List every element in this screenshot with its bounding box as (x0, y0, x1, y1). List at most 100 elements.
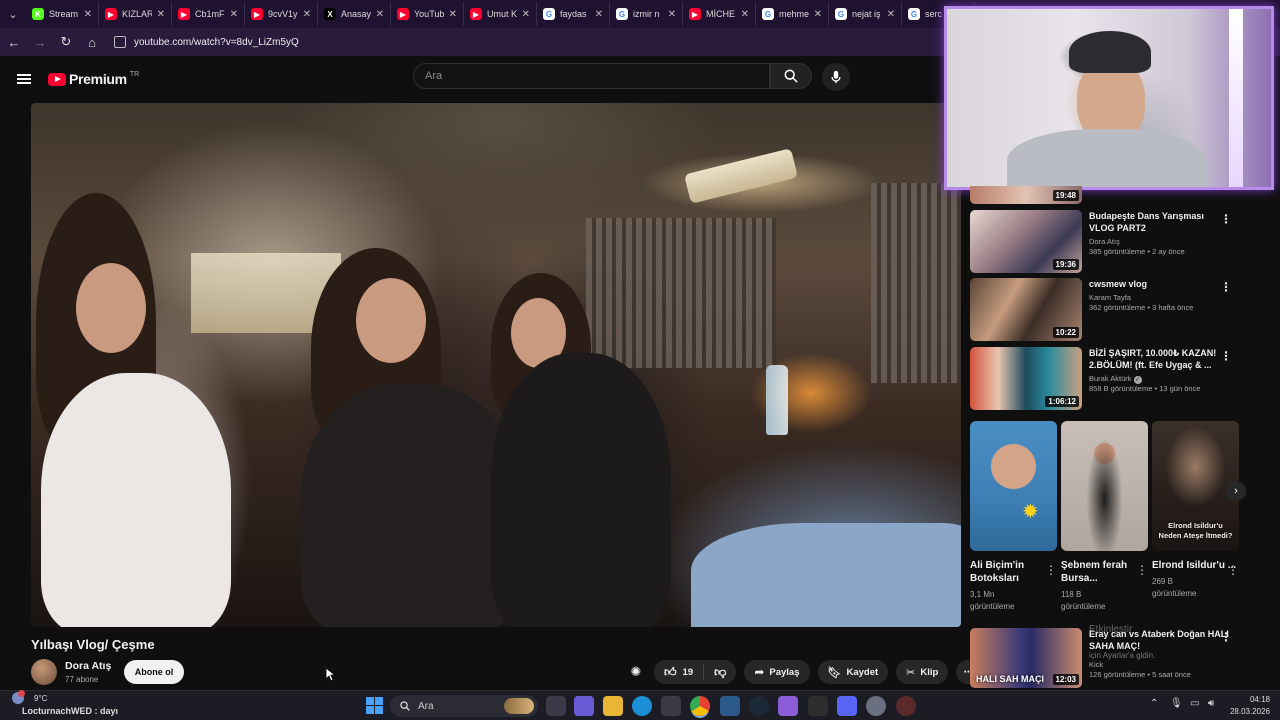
steam-icon[interactable] (749, 696, 769, 716)
short-title[interactable]: Şebnem ferah Bursa... (1061, 559, 1148, 585)
more-options-icon[interactable]: ⋮ (1220, 350, 1232, 362)
tab-search-icon[interactable]: ⌄ (0, 0, 26, 28)
more-options-icon[interactable]: ⋮ (1220, 631, 1232, 643)
tab-close-icon[interactable]: ✕ (741, 9, 749, 20)
video-player[interactable] (31, 103, 961, 627)
more-options-icon[interactable]: ⋮ (1045, 563, 1057, 577)
tab-close-icon[interactable]: ✕ (595, 9, 603, 20)
browser-tab[interactable]: ▶ Cb1mF ✕ (172, 2, 245, 26)
recommendation-channel[interactable]: Dora Atış (1089, 237, 1120, 246)
recommendation-title[interactable]: BİZİ ŞAŞIRT, 10.000₺ KAZAN! 2.BÖLÜM! (ft… (1089, 347, 1229, 371)
browser-tab[interactable]: X Anasay ✕ (318, 2, 391, 26)
tab-close-icon[interactable]: ✕ (887, 9, 895, 20)
menu-icon[interactable] (0, 72, 48, 86)
search-input[interactable]: Ara (413, 63, 770, 89)
browser-tab[interactable]: Gfaydas ✕ (537, 2, 610, 26)
short-thumbnail[interactable] (1061, 421, 1148, 551)
tab-close-icon[interactable]: ✕ (814, 9, 822, 20)
microphone-icon[interactable]: 🎙︎ (1170, 698, 1183, 709)
save-button[interactable]: 🔖︎ Kaydet (817, 660, 889, 684)
site-info-icon[interactable] (114, 36, 126, 48)
discord-icon[interactable] (837, 696, 857, 716)
tab-close-icon[interactable]: ✕ (376, 9, 384, 20)
system-clock[interactable]: 04:18 28.03.2026 (1200, 694, 1270, 718)
tab-close-icon[interactable]: ✕ (522, 9, 530, 20)
browser-tab[interactable]: ▶ KIZLAR ✕ (99, 2, 172, 26)
short-item[interactable]: ✹ Ali Biçim'in Botoksları 3,1 Mn görüntül… (970, 421, 1057, 613)
tab-close-icon[interactable]: ✕ (230, 9, 238, 20)
video-thumbnail[interactable]: 10:22 (970, 278, 1082, 341)
reload-icon[interactable]: ↻ (54, 30, 78, 54)
address-bar[interactable]: youtube.com/watch?v=8dv_LiZm5yQ (114, 31, 1014, 53)
recommendation-channel[interactable]: Kick (1089, 660, 1103, 669)
settings-icon[interactable] (866, 696, 886, 716)
browser-tab[interactable]: ▶ Umut K ✕ (464, 2, 537, 26)
network-icon[interactable]: ▭ (1190, 698, 1199, 709)
more-options-icon[interactable]: ⋮ (1220, 281, 1232, 293)
more-options-icon[interactable]: ⋮ (1227, 563, 1239, 577)
tab-close-icon[interactable]: ✕ (449, 9, 457, 20)
browser-tab[interactable]: ▶ 9cvV1y ✕ (245, 2, 318, 26)
tab-close-icon[interactable]: ✕ (157, 9, 165, 20)
recommendation-title[interactable]: cwsmew vlog (1089, 278, 1229, 290)
tab-close-icon[interactable]: ✕ (84, 9, 92, 20)
weather-widget[interactable] (12, 690, 26, 706)
more-options-icon[interactable]: ⋮ (1136, 563, 1148, 577)
browser-tab[interactable]: ▶ MİCHE ✕ (683, 2, 756, 26)
person-face (76, 263, 146, 353)
dislike-button[interactable]: 👎︎ (704, 665, 736, 680)
voice-search-button[interactable] (822, 63, 850, 91)
video-thumbnail[interactable]: 1:06:12 (970, 347, 1082, 410)
widgets-app-icon[interactable] (574, 696, 594, 716)
share-button[interactable]: ➦ Paylaş (744, 660, 810, 684)
tray-overflow-icon[interactable]: ⌃ (1150, 698, 1158, 709)
app-icon[interactable] (778, 696, 798, 716)
channel-name[interactable]: Dora Atış (65, 660, 111, 672)
browser-tab[interactable]: Gnejat iş ✕ (829, 2, 902, 26)
partial-recommendation[interactable]: 19:48 (970, 186, 1082, 204)
short-item[interactable]: Elrond Isildur'u Neden Ateşe İtmedi? Elr… (1152, 421, 1239, 600)
video-thumbnail[interactable]: 19:36 (970, 210, 1082, 273)
app-icon[interactable] (720, 696, 740, 716)
windows-start-icon[interactable] (366, 697, 383, 714)
tab-close-icon[interactable]: ✕ (668, 9, 676, 20)
recommendation-item[interactable]: 10:22 cwsmew vlog Karam Tayfa 362 görüntü… (970, 278, 1240, 341)
shorts-next-button[interactable]: › (1226, 481, 1246, 501)
recommendation-title[interactable]: Budapeşte Dans Yarışması VLOG PART2 (1089, 210, 1229, 234)
subscribe-button[interactable]: Abone ol (124, 660, 184, 684)
browser-tab[interactable]: Gizmir n ✕ (610, 2, 683, 26)
hype-icon[interactable]: ✺ (626, 660, 646, 684)
browser-tab[interactable]: ▶ YouTub ✕ (391, 2, 464, 26)
recommendation-channel[interactable]: Karam Tayfa (1089, 293, 1131, 302)
chrome-icon[interactable] (690, 696, 710, 716)
short-item[interactable]: Şebnem ferah Bursa... 118 B görüntüleme ⋮ (1061, 421, 1148, 613)
short-thumbnail[interactable]: ✹ (970, 421, 1057, 551)
recommendation-item[interactable]: HALI SAH MAÇI 12:03 Etkinleştir Eray can… (970, 624, 1240, 688)
edge-icon[interactable] (632, 696, 652, 716)
browser-tab[interactable]: Gmehme ✕ (756, 2, 829, 26)
clip-button[interactable]: ✂ Klip (896, 660, 949, 684)
tab-close-icon[interactable]: ✕ (303, 9, 311, 20)
recommendation-item[interactable]: 1:06:12 BİZİ ŞAŞIRT, 10.000₺ KAZAN! 2.BÖ… (970, 347, 1240, 410)
task-view-icon[interactable] (546, 696, 566, 716)
forward-icon[interactable]: → (28, 30, 52, 54)
back-icon[interactable]: ← (2, 30, 26, 54)
recommendation-item[interactable]: 19:36 Budapeşte Dans Yarışması VLOG PART… (970, 210, 1240, 273)
video-thumbnail[interactable]: HALI SAH MAÇI 12:03 (970, 628, 1082, 688)
like-button[interactable]: 👍︎ 19 (654, 664, 705, 680)
channel-avatar[interactable] (31, 659, 57, 685)
search-button[interactable] (770, 63, 812, 89)
store-icon[interactable] (661, 696, 681, 716)
taskbar-search[interactable]: Ara (390, 695, 538, 717)
file-explorer-icon[interactable] (603, 696, 623, 716)
short-title[interactable]: Elrond Isildur'u ... (1152, 559, 1239, 572)
home-icon[interactable]: ⌂ (80, 30, 104, 54)
subscriber-count: 77 abone (65, 675, 99, 684)
more-options-icon[interactable]: ⋮ (1220, 213, 1232, 225)
youtube-logo[interactable]: Premium TR (48, 71, 139, 87)
recommendation-channel[interactable]: Burak Aktürk (1089, 374, 1132, 383)
app-icon[interactable] (808, 696, 828, 716)
short-title[interactable]: Ali Biçim'in Botoksları (970, 559, 1057, 585)
browser-tab[interactable]: K Stream ✕ (26, 2, 99, 26)
app-icon[interactable] (896, 696, 916, 716)
